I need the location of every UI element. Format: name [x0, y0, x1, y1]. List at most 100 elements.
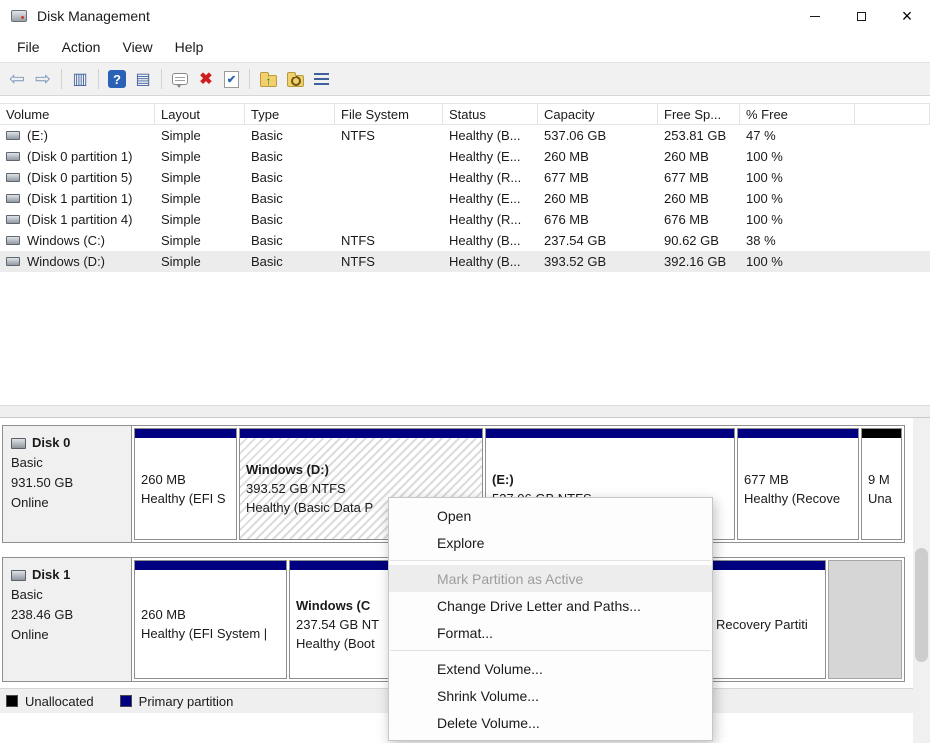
- show-console-tree-icon[interactable]: ▥: [67, 66, 93, 92]
- volume-list-panel: Volume Layout Type File System Status Ca…: [0, 96, 930, 405]
- volume-name-cell: (Disk 0 partition 5): [0, 167, 155, 188]
- partition-label: Recovery Partiti: [710, 570, 825, 678]
- maximize-icon: [857, 12, 866, 21]
- menu-item-explore[interactable]: Explore: [389, 529, 712, 556]
- volume-row[interactable]: Windows (C:)SimpleBasicNTFSHealthy (B...…: [0, 230, 930, 251]
- volume-cell: NTFS: [335, 230, 443, 251]
- properties-dialog-icon[interactable]: [172, 73, 188, 85]
- close-button[interactable]: ×: [884, 0, 930, 32]
- volume-cell: [855, 146, 930, 167]
- column-header-type[interactable]: Type: [245, 104, 335, 124]
- volume-cell: 260 MB: [538, 146, 658, 167]
- minimize-button[interactable]: [792, 0, 838, 32]
- partition-info: 677 MB: [744, 470, 852, 489]
- volume-cell: 38 %: [740, 230, 855, 251]
- volume-cell: [335, 188, 443, 209]
- volume-cell: 47 %: [740, 125, 855, 146]
- volume-cell: Basic: [245, 251, 335, 272]
- scrollbar-thumb[interactable]: [915, 548, 928, 662]
- volume-row[interactable]: (Disk 0 partition 5)SimpleBasicHealthy (…: [0, 167, 930, 188]
- column-header-file-system[interactable]: File System: [335, 104, 443, 124]
- menu-item-delete-volume[interactable]: Delete Volume...: [389, 709, 712, 736]
- volume-name: Windows (D:): [27, 254, 105, 269]
- view-options-icon[interactable]: [314, 73, 329, 86]
- volume-name: Windows (C:): [27, 233, 105, 248]
- menu-item-open[interactable]: Open: [389, 502, 712, 529]
- column-header-capacity[interactable]: Capacity: [538, 104, 658, 124]
- menu-item-extend-volume[interactable]: Extend Volume...: [389, 655, 712, 682]
- disk0-label[interactable]: Disk 0 Basic 931.50 GB Online: [3, 426, 132, 542]
- menu-file[interactable]: File: [6, 35, 51, 59]
- titlebar[interactable]: Disk Management ×: [0, 0, 930, 32]
- menu-item-change-drive-letter-and-paths[interactable]: Change Drive Letter and Paths...: [389, 592, 712, 619]
- partition-header-bar: [738, 429, 858, 438]
- delete-volume-icon[interactable]: ✖: [193, 66, 219, 92]
- volume-row[interactable]: Windows (D:)SimpleBasicNTFSHealthy (B...…: [0, 251, 930, 272]
- volume-name-cell: (Disk 0 partition 1): [0, 146, 155, 167]
- volume-name: (Disk 0 partition 1): [27, 149, 132, 164]
- change-drive-letter-icon[interactable]: ↑: [260, 75, 277, 87]
- volume-row[interactable]: (Disk 0 partition 1)SimpleBasicHealthy (…: [0, 146, 930, 167]
- back-arrow-icon[interactable]: ⇦: [4, 66, 30, 92]
- column-header-layout[interactable]: Layout: [155, 104, 245, 124]
- partition-header-bar: [486, 429, 734, 438]
- partition-disk0-recovery[interactable]: 677 MBHealthy (Recove: [737, 428, 859, 540]
- volume-cell: [855, 209, 930, 230]
- column-header-free-space[interactable]: Free Sp...: [658, 104, 740, 124]
- disk1-label[interactable]: Disk 1 Basic 238.46 GB Online: [3, 558, 132, 681]
- panel-splitter[interactable]: [0, 405, 930, 418]
- partition-info: Healthy (Recove: [744, 489, 852, 508]
- partition-disk1-efi[interactable]: 260 MBHealthy (EFI System |: [134, 560, 287, 679]
- disk-icon: [11, 570, 26, 581]
- volume-cell: NTFS: [335, 251, 443, 272]
- disk-type: Basic: [11, 453, 123, 473]
- disk-management-app-icon: [11, 10, 27, 22]
- volume-cell: [855, 167, 930, 188]
- volume-cell: Basic: [245, 188, 335, 209]
- volume-icon: [6, 194, 20, 203]
- volume-name-cell: Windows (C:): [0, 230, 155, 251]
- volume-cell: Healthy (B...: [443, 251, 538, 272]
- show-action-pane-icon[interactable]: ▤: [130, 66, 156, 92]
- column-header-status[interactable]: Status: [443, 104, 538, 124]
- volume-cell: [335, 209, 443, 230]
- vertical-scrollbar[interactable]: [913, 418, 930, 743]
- volume-list-header: Volume Layout Type File System Status Ca…: [0, 103, 930, 125]
- partition-disk1-recovery[interactable]: Recovery Partiti: [709, 560, 826, 679]
- volume-name: (E:): [27, 128, 48, 143]
- volume-cell: Simple: [155, 146, 245, 167]
- volume-row[interactable]: (E:)SimpleBasicNTFSHealthy (B...537.06 G…: [0, 125, 930, 146]
- volume-row[interactable]: (Disk 1 partition 1)SimpleBasicHealthy (…: [0, 188, 930, 209]
- toolbar: ⇦⇨ ▥?▤ ✖ ✔ ↑: [0, 62, 930, 96]
- legend-label-unallocated: Unallocated: [25, 694, 94, 709]
- partition-info: Recovery Partiti: [716, 615, 819, 634]
- column-header-percent-free[interactable]: % Free: [740, 104, 855, 124]
- partition-disk0-efi[interactable]: 260 MBHealthy (EFI S: [134, 428, 237, 540]
- column-header-volume[interactable]: Volume: [0, 104, 155, 124]
- partition-info: Healthy (EFI S: [141, 489, 230, 508]
- partition-disk0-unallocated[interactable]: 9 MUna: [861, 428, 902, 540]
- volume-icon: [6, 236, 20, 245]
- disk-name: Disk 0: [32, 433, 70, 453]
- partition-name: (E:): [492, 470, 728, 489]
- forward-arrow-icon[interactable]: ⇨: [30, 66, 56, 92]
- volume-cell: 676 MB: [658, 209, 740, 230]
- menu-view[interactable]: View: [111, 35, 163, 59]
- volume-cell: Basic: [245, 167, 335, 188]
- mark-active-icon[interactable]: ✔: [224, 71, 239, 88]
- minimize-icon: [810, 16, 820, 17]
- help-icon[interactable]: ?: [108, 70, 126, 88]
- maximize-button[interactable]: [838, 0, 884, 32]
- volume-cell: 100 %: [740, 167, 855, 188]
- volume-icon: [6, 257, 20, 266]
- volume-cell: Basic: [245, 146, 335, 167]
- explore-folder-icon[interactable]: [287, 75, 304, 87]
- menu-action[interactable]: Action: [51, 35, 112, 59]
- partition-label: 260 MBHealthy (EFI S: [135, 438, 236, 539]
- toolbar-separator: [98, 69, 99, 89]
- volume-row[interactable]: (Disk 1 partition 4)SimpleBasicHealthy (…: [0, 209, 930, 230]
- menu-item-format[interactable]: Format...: [389, 619, 712, 646]
- partition-disk1-trailing: [828, 560, 902, 679]
- menu-help[interactable]: Help: [164, 35, 215, 59]
- menu-item-shrink-volume[interactable]: Shrink Volume...: [389, 682, 712, 709]
